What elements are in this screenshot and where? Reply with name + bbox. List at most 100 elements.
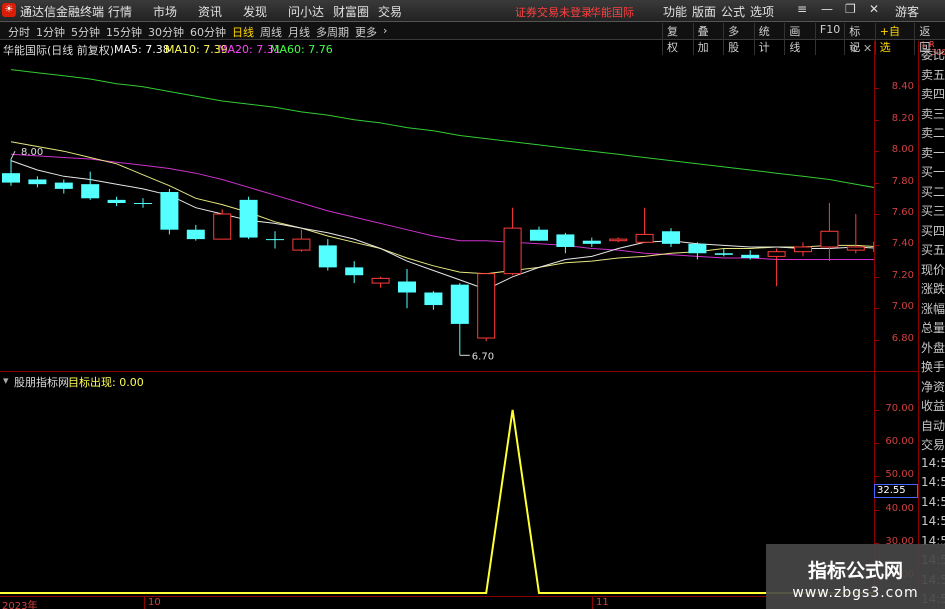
candle-body-up (609, 238, 628, 242)
side-panel-label: 涨跌 (921, 282, 945, 296)
side-panel-label: 14:56 (921, 514, 945, 528)
side-panel-label: 换手 (921, 360, 945, 374)
login-warning[interactable]: 证券交易未登录 (515, 4, 592, 20)
candle-body-up (292, 238, 311, 251)
candle-body-down (398, 281, 416, 293)
price-tick-label: 8.40 (891, 81, 914, 93)
menu-wealth-circle[interactable]: 财富圈 (333, 3, 378, 20)
period-tabs: 分时 1分钟 5分钟 15分钟 30分钟 60分钟 日线 周线 月线 多周期 更… (8, 24, 387, 40)
main-menu: 行情 市场 资讯 发现 问小达 财富圈 交易 (108, 3, 423, 20)
ma10-line (10, 141, 874, 275)
candle-body-down (107, 199, 126, 204)
candle-body-down (28, 179, 47, 185)
price-tick-label: 7.80 (891, 175, 914, 187)
tab-15min[interactable]: 15分钟 (106, 24, 142, 40)
side-panel-label: 净资 (921, 379, 945, 394)
tab-5min[interactable]: 5分钟 (71, 24, 100, 40)
candle-body-up (635, 233, 654, 243)
candle-body-down (582, 240, 601, 244)
guest-label[interactable]: 游客 (895, 3, 919, 20)
time-divider (592, 596, 593, 609)
indicator-tick-mark (875, 409, 879, 411)
candlestick-chart[interactable]: 8.00 6.70 (0, 41, 874, 371)
side-panel-label: 现价 (921, 262, 945, 277)
title-bar: ☀ 通达信金融终端 行情 市场 资讯 发现 问小达 财富圈 交易 证券交易未登录… (0, 0, 945, 22)
minimize-icon[interactable]: — (821, 2, 833, 16)
menu-trade[interactable]: 交易 (378, 3, 423, 20)
indicator-tick-mark (875, 476, 879, 478)
tab-monthly[interactable]: 月线 (288, 24, 310, 40)
menu-market[interactable]: 市场 (153, 3, 198, 20)
side-panel-label: 自动 (921, 418, 945, 433)
menu-function[interactable]: 功能 (663, 3, 692, 20)
menu-ask-xiaoda[interactable]: 问小达 (288, 3, 333, 20)
watermark: 指标公式网 www.zbgs3.com (766, 544, 945, 609)
candle-body-down (134, 203, 152, 205)
menu-quotes[interactable]: 行情 (108, 3, 153, 20)
candle-body-up (503, 227, 522, 275)
cursor-value: 32.55 (877, 485, 906, 496)
price-tick-mark (875, 339, 879, 341)
price-tick-label: 8.20 (891, 112, 914, 124)
price-tick-mark (875, 214, 879, 215)
time-divider (144, 596, 145, 609)
price-tick-mark (875, 88, 879, 90)
watermark-title: 指标公式网 (807, 560, 903, 582)
quote-side-panel: L R 300 委比 卖五 卖四 卖三 卖二 卖一 买一 买二 买三 买四 买五 现价 涨跌 涨幅 总量 外盘 换手… (918, 40, 945, 606)
indicator-tick-label: 70.00 (885, 402, 914, 414)
tab-multi-period[interactable]: 多周期 (316, 24, 349, 40)
menu-formula[interactable]: 公式 (721, 3, 750, 20)
candle-body-down (81, 184, 100, 199)
side-panel-label: 卖一 (921, 145, 945, 160)
tab-30min[interactable]: 30分钟 (148, 24, 184, 40)
tab-daily[interactable]: 日线 (232, 24, 254, 40)
side-panel-label: 总量 (921, 321, 945, 335)
candle-body-down (186, 229, 205, 240)
tab-more[interactable]: 更多 (355, 24, 377, 40)
maximize-icon[interactable]: ❐ (845, 2, 856, 16)
side-panel-label: 卖二 (921, 126, 945, 140)
indicator-tick-label: 60.00 (885, 436, 914, 448)
tab-1min[interactable]: 1分钟 (36, 24, 65, 40)
side-panel-label: 14:56 (921, 455, 945, 470)
candle-body-down (741, 254, 760, 258)
high-marker-line (10, 150, 16, 160)
price-tick-mark (875, 308, 879, 310)
side-panel-label: 14:56 (921, 475, 945, 489)
security-name: 华能国际 (590, 6, 634, 19)
side-panel-label: 买二 (921, 184, 945, 199)
side-panel-label: 委比 (921, 48, 945, 62)
menu-icon[interactable]: ≡ (797, 2, 807, 16)
menu-news[interactable]: 资讯 (198, 3, 243, 20)
time-label-month-10: 10 (148, 597, 161, 608)
indicator-tick-mark (875, 509, 879, 511)
menu-options[interactable]: 选项 (750, 3, 779, 20)
period-toolbar: 分时 1分钟 5分钟 15分钟 30分钟 60分钟 日线 周线 月线 多周期 更… (0, 22, 945, 55)
price-tick-mark (875, 119, 879, 121)
candle-body-down (662, 231, 680, 244)
close-icon[interactable]: ✕ (869, 2, 879, 16)
tab-timeshare[interactable]: 分时 (8, 24, 30, 40)
side-panel-label: 卖五 (921, 67, 945, 82)
tab-60min[interactable]: 60分钟 (190, 24, 226, 40)
watermark-url: www.zbgs3.com (792, 585, 919, 601)
menu-layout[interactable]: 版面 (692, 3, 721, 20)
indicator-chart[interactable] (0, 372, 874, 596)
right-menu: 功能 版面 公式 选项 (663, 3, 779, 20)
tab-weekly[interactable]: 周线 (260, 24, 282, 40)
app-logo-icon: ☀ (2, 3, 16, 17)
candle-body-down (450, 284, 469, 324)
side-panel-label: 交易 (921, 438, 945, 452)
candle-body-up (213, 213, 232, 240)
menu-discover[interactable]: 发现 (243, 3, 288, 20)
indicator-tick-label: 40.00 (885, 502, 914, 514)
side-panel-label: 卖四 (921, 87, 945, 101)
cursor-value-box: 32.55 (874, 484, 918, 498)
side-panel-label: 买一 (921, 165, 945, 179)
price-tick-mark (875, 245, 879, 247)
indicator-signal-line (0, 409, 874, 594)
app-title: 通达信金融终端 (20, 5, 105, 19)
chevron-right-icon[interactable]: › (383, 24, 387, 40)
candle-body-down (318, 245, 337, 268)
candle-body-up (820, 230, 839, 248)
